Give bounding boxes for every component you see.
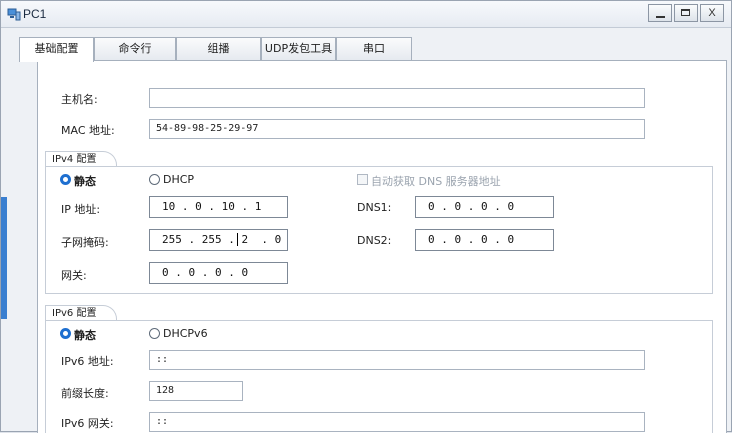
hostname-label: 主机名: — [61, 93, 98, 106]
tab-command-line[interactable]: 命令行 — [94, 37, 176, 61]
ipv4-group-header: IPv4 配置 — [45, 151, 117, 167]
ipv6-dhcp-radio[interactable] — [149, 328, 160, 339]
dns1-field[interactable]: 0 . 0 . 0 . 0 — [415, 196, 554, 218]
tab-label: 命令行 — [118, 42, 152, 55]
ipv4-dhcp-radio[interactable] — [149, 174, 160, 185]
background-window-edge — [1, 197, 7, 319]
ipv6-gateway-field[interactable]: :: — [149, 412, 645, 432]
minimize-button[interactable] — [648, 4, 672, 22]
maximize-icon — [681, 9, 690, 16]
window-title: PC1 — [23, 7, 47, 21]
text-caret — [237, 233, 238, 246]
ipv6-static-label: 静态 — [74, 329, 96, 342]
dns2-label: DNS2: — [357, 234, 392, 247]
gateway-field[interactable]: 0 . 0 . 0 . 0 — [149, 262, 288, 284]
hostname-field[interactable] — [149, 88, 645, 108]
pc-icon — [7, 7, 21, 21]
mac-label: MAC 地址: — [61, 124, 115, 137]
prefix-length-field[interactable]: 128 — [149, 381, 243, 401]
ipv6-address-field[interactable]: :: — [149, 350, 645, 370]
close-icon: X — [708, 7, 716, 19]
mac-field[interactable]: 54-89-98-25-29-97 — [149, 119, 645, 139]
pc1-window: PC1 X 基础配置 命令行 组播 UDP发包工具 串口 主机名: MAC 地址… — [0, 0, 732, 433]
dns1-label: DNS1: — [357, 201, 392, 214]
auto-dns-label: 自动获取 DNS 服务器地址 — [371, 175, 501, 188]
gateway-label: 网关: — [61, 269, 87, 282]
subnet-mask-field[interactable]: 255 . 255 . 2 . 0 — [149, 229, 288, 251]
dns2-field[interactable]: 0 . 0 . 0 . 0 — [415, 229, 554, 251]
title-bar[interactable]: PC1 X — [1, 1, 731, 28]
ipv6-gateway-label: IPv6 网关: — [61, 417, 114, 430]
tab-label: 组播 — [207, 42, 230, 55]
ipv6-group-header: IPv6 配置 — [45, 305, 117, 321]
ipv4-dhcp-label: DHCP — [163, 173, 195, 186]
tab-basic-config[interactable]: 基础配置 — [19, 37, 94, 62]
auto-dns-checkbox[interactable] — [357, 174, 368, 185]
ipv6-dhcp-label: DHCPv6 — [163, 327, 208, 340]
tab-serial[interactable]: 串口 — [336, 37, 412, 61]
ipv6-static-radio[interactable] — [60, 328, 71, 339]
ip-address-label: IP 地址: — [61, 203, 101, 216]
ip-address-field[interactable]: 10 . 0 . 10 . 1 — [149, 196, 288, 218]
tab-label: 串口 — [363, 42, 385, 55]
minimize-icon — [656, 16, 665, 18]
close-button[interactable]: X — [700, 4, 724, 22]
subnet-mask-label: 子网掩码: — [61, 236, 109, 249]
ipv4-static-label: 静态 — [74, 175, 96, 188]
tab-multicast[interactable]: 组播 — [176, 37, 261, 61]
ipv4-static-radio[interactable] — [60, 174, 71, 185]
maximize-button[interactable] — [674, 4, 698, 22]
tab-label: UDP发包工具 — [264, 42, 333, 55]
tab-udp-tool[interactable]: UDP发包工具 — [261, 37, 336, 61]
prefix-length-label: 前缀长度: — [61, 387, 109, 400]
tab-label: 基础配置 — [34, 42, 79, 55]
ipv6-address-label: IPv6 地址: — [61, 355, 114, 368]
